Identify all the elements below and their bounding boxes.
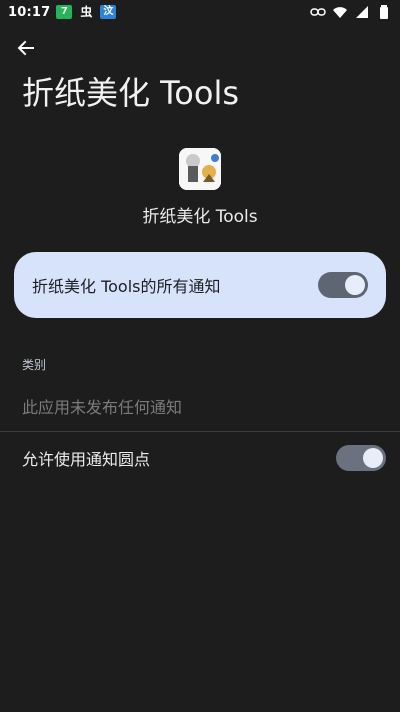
status-time: 10:17 [8, 4, 51, 20]
notification-badge-2: 虫 [80, 5, 93, 19]
category-header: 类别 [22, 358, 47, 372]
status-left: 10:17 7 虫 汶 [0, 4, 117, 20]
battery-icon [376, 4, 392, 20]
status-icons [310, 0, 392, 24]
notification-dot-label: 允许使用通知圆点 [22, 450, 151, 469]
all-notifications-label: 折纸美化 Tools的所有通知 [32, 277, 221, 296]
page-title: 折纸美化 Tools [22, 74, 240, 112]
notification-badge-3: 汶 [100, 5, 117, 19]
all-notifications-switch[interactable] [318, 272, 368, 298]
back-button[interactable] [14, 36, 38, 60]
divider [0, 431, 400, 432]
app-icon [179, 148, 221, 190]
wifi-icon [332, 4, 348, 20]
notification-dot-toggle-row[interactable]: 允许使用通知圆点 [0, 436, 400, 480]
notification-dot-switch[interactable] [336, 445, 386, 471]
all-notifications-toggle-row[interactable]: 折纸美化 Tools的所有通知 [14, 252, 386, 318]
app-bar [0, 28, 400, 68]
status-bar: 10:17 7 虫 汶 [0, 0, 400, 24]
switch-knob [345, 275, 365, 295]
app-header: 折纸美化 Tools [0, 148, 400, 227]
switch-knob [363, 448, 383, 468]
arrow-back-icon [17, 40, 34, 56]
link-icon [310, 4, 326, 20]
signal-icon [354, 4, 370, 20]
empty-notifications-message: 此应用未发布任何通知 [22, 398, 183, 417]
notification-badge-1: 7 [56, 5, 73, 19]
app-name: 折纸美化 Tools [142, 207, 258, 227]
